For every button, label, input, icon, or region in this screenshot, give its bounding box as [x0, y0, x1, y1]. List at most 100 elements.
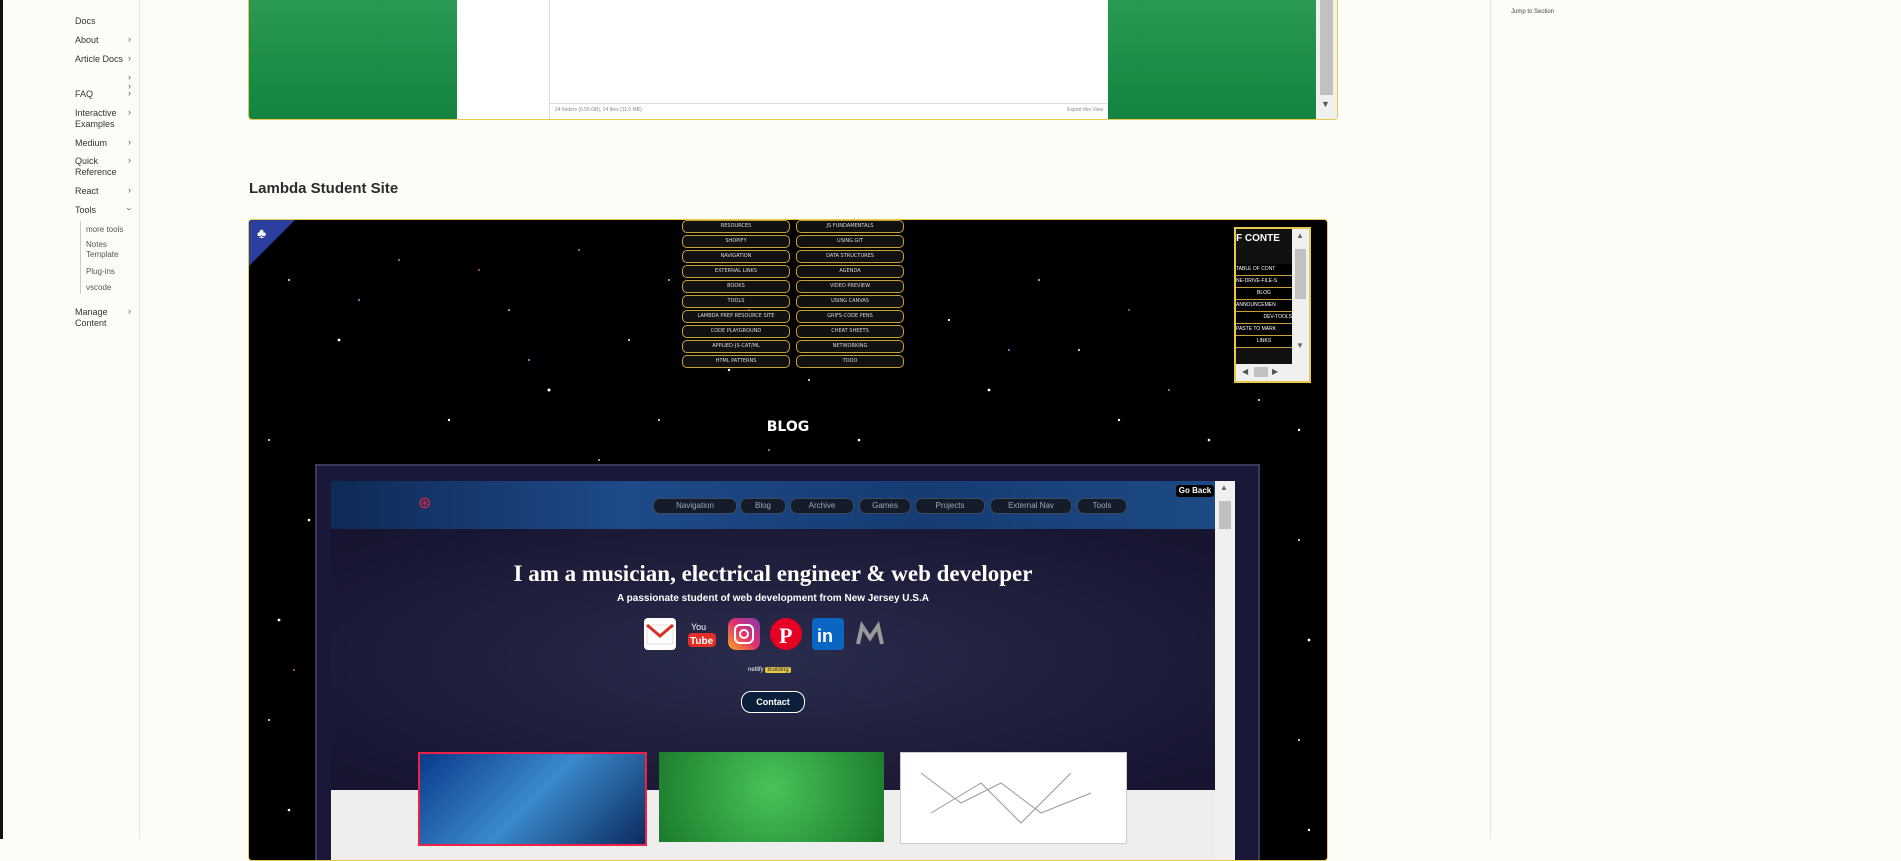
- scrollbar-thumb[interactable]: [1254, 367, 1268, 377]
- menu-btn[interactable]: SHOPIFY: [682, 235, 790, 248]
- chevron-right-icon[interactable]: ›: [128, 137, 131, 147]
- hero-section: I am a musician, electrical engineer & w…: [331, 529, 1215, 790]
- toc-panel-item[interactable]: ANNOUNCEMEN: [1236, 300, 1292, 312]
- build-status: Building: [765, 667, 791, 673]
- inner-site-frame[interactable]: ♣ ⊛ Navigation Blog Archive Games Projec…: [315, 464, 1260, 860]
- green-panel-right: [1108, 0, 1316, 119]
- github-corner-icon[interactable]: ♣: [257, 225, 266, 241]
- netlify-badge[interactable]: netlify Building: [748, 667, 791, 673]
- section-title: Lambda Student Site: [249, 180, 399, 197]
- scroll-down-icon[interactable]: ▼: [1296, 341, 1304, 350]
- hero-headline: I am a musician, electrical engineer & w…: [513, 561, 1033, 586]
- chevron-right-icon[interactable]: ›: [128, 53, 131, 63]
- toc-menu-left: RESOURCES SHOPIFY NAVIGATION EXTERNAL LI…: [682, 220, 792, 370]
- menu-btn[interactable]: TOOLS: [682, 295, 790, 308]
- tools-tree-line: [80, 221, 81, 294]
- nav-projects[interactable]: Projects: [915, 498, 985, 514]
- sidebar: Docs About › Article Docs › › › FAQ › In…: [3, 0, 140, 839]
- linkedin-icon[interactable]: in: [812, 618, 844, 650]
- medium-icon[interactable]: [854, 618, 886, 650]
- menu-btn[interactable]: NAVIGATION: [682, 250, 790, 263]
- nav-navigation[interactable]: Navigation: [653, 498, 737, 514]
- scroll-left-icon[interactable]: ◀: [1242, 367, 1248, 376]
- menu-btn[interactable]: CHEAT SHEETS: [796, 325, 904, 338]
- toc-menu-right: JS FUNDAMENTALS USING GIT DATA STRUCTURE…: [796, 220, 906, 370]
- scroll-up-icon[interactable]: ▲: [1296, 231, 1304, 240]
- project-thumbnail[interactable]: [418, 752, 647, 846]
- project-thumbnail[interactable]: [900, 752, 1127, 844]
- toc-panel-item[interactable]: NE-DRIVE-FILE-S: [1236, 276, 1292, 288]
- menu-btn[interactable]: JS FUNDAMENTALS: [796, 220, 904, 233]
- hero-subhead: A passionate student of web development …: [617, 593, 929, 604]
- svg-text:in: in: [817, 626, 833, 646]
- toc-panel[interactable]: F CONTE TABLE OF CONT NE-DRIVE-FILE-S BL…: [1234, 227, 1311, 383]
- viewer-list: 24 folders (6.55 GB), 24 files (11.6 MB)…: [549, 0, 1109, 119]
- netlify-label: netlify: [748, 667, 764, 673]
- scroll-up-icon[interactable]: ▲: [1220, 483, 1228, 492]
- chevron-right-icon[interactable]: ›: [128, 88, 131, 98]
- scrollbar-thumb[interactable]: [1295, 249, 1306, 299]
- scrollbar-thumb[interactable]: [1320, 0, 1333, 95]
- svg-text:P: P: [779, 623, 792, 648]
- toc-panel-item[interactable]: LINKS: [1236, 336, 1292, 348]
- viewer-status: 24 folders (6.55 GB), 24 files (11.6 MB): [555, 107, 642, 113]
- scrollbar[interactable]: ▼: [1316, 0, 1337, 119]
- chevron-right-icon[interactable]: ›: [128, 34, 131, 44]
- menu-btn[interactable]: HTML PATTERNS: [682, 355, 790, 368]
- nav-archive[interactable]: Archive: [790, 498, 854, 514]
- pinterest-icon[interactable]: P: [770, 618, 802, 650]
- lambda-site-embed[interactable]: ♣ RESOURCES SHOPIFY NAVIGATION EXTERNAL …: [248, 219, 1328, 861]
- nav-tools[interactable]: Tools: [1077, 498, 1127, 514]
- menu-btn[interactable]: DATA STRUCTURES: [796, 250, 904, 263]
- chevron-right-icon[interactable]: ›: [128, 155, 131, 165]
- inner-navbar: ⊛ Navigation Blog Archive Games Projects…: [331, 481, 1215, 529]
- inner-scrollbar[interactable]: ▲: [1215, 481, 1235, 860]
- jump-to-section[interactable]: Jump to Section: [1511, 9, 1554, 15]
- instagram-icon[interactable]: [728, 618, 760, 650]
- sidebar-subitem-plugins[interactable]: Plug-ins: [86, 267, 115, 277]
- embedded-file-viewer[interactable]: 24 folders (6.55 GB), 24 files (11.6 MB)…: [248, 0, 1338, 120]
- menu-btn[interactable]: AGENDA: [796, 265, 904, 278]
- contact-button[interactable]: Contact: [741, 691, 805, 713]
- toc-h-scrollbar[interactable]: ◀ ▶: [1236, 364, 1309, 381]
- toc-scrollbar[interactable]: ▲ ▼: [1292, 229, 1309, 364]
- toc-panel-item[interactable]: DEV-TOOLS: [1236, 312, 1292, 324]
- menu-btn[interactable]: LAMBDA PREP RESOURCE SITE: [682, 310, 790, 323]
- menu-btn[interactable]: TODO: [796, 355, 904, 368]
- menu-btn[interactable]: VIDEO PREVIEW: [796, 280, 904, 293]
- nav-blog[interactable]: Blog: [740, 498, 786, 514]
- gmail-icon[interactable]: [644, 618, 676, 650]
- scrollbar-thumb[interactable]: [1219, 501, 1231, 529]
- menu-btn[interactable]: EXTERNAL LINKS: [682, 265, 790, 278]
- chevron-right-icon[interactable]: ›: [128, 185, 131, 195]
- toc-panel-item[interactable]: BLOG: [1236, 288, 1292, 300]
- sidebar-subitem-vscode[interactable]: vscode: [86, 283, 111, 293]
- sidebar-subitem-more-tools[interactable]: more tools: [86, 225, 123, 235]
- chevron-down-icon[interactable]: ›: [125, 208, 135, 211]
- toc-panel-shadow: [1313, 255, 1327, 325]
- menu-btn[interactable]: CODE PLAYGROUND: [682, 325, 790, 338]
- menu-btn[interactable]: BOOKS: [682, 280, 790, 293]
- green-panel-left: [249, 0, 457, 119]
- nav-external[interactable]: External Nav: [990, 498, 1072, 514]
- menu-btn[interactable]: USING CANVAS: [796, 295, 904, 308]
- chevron-right-icon[interactable]: ›: [128, 306, 131, 316]
- scroll-right-icon[interactable]: ▶: [1272, 367, 1278, 376]
- menu-btn[interactable]: USING GIT: [796, 235, 904, 248]
- youtube-icon[interactable]: You Tube: [686, 618, 718, 650]
- scroll-down-icon[interactable]: ▼: [1321, 99, 1330, 109]
- chevron-right-icon[interactable]: ›: [128, 107, 131, 117]
- menu-btn[interactable]: NETWORKING: [796, 340, 904, 353]
- menu-btn[interactable]: RESOURCES: [682, 220, 790, 233]
- nav-games[interactable]: Games: [859, 498, 911, 514]
- toc-panel-item[interactable]: PASTE TO MARK: [1236, 324, 1292, 336]
- export-view-link[interactable]: Export this View: [1067, 107, 1103, 113]
- site-logo-icon[interactable]: ⊛: [418, 493, 431, 513]
- go-back-button[interactable]: Go Back: [1176, 485, 1214, 497]
- project-thumbnail[interactable]: [659, 752, 884, 842]
- toc-panel-item[interactable]: TABLE OF CONT: [1236, 264, 1292, 276]
- sidebar-item-docs[interactable]: Docs: [75, 16, 137, 27]
- menu-btn[interactable]: APPLIED-JS-CAT/ML: [682, 340, 790, 353]
- sidebar-subitem-notes-template[interactable]: Notes Template: [86, 240, 130, 260]
- menu-btn[interactable]: GRIFS-CODE PENS: [796, 310, 904, 323]
